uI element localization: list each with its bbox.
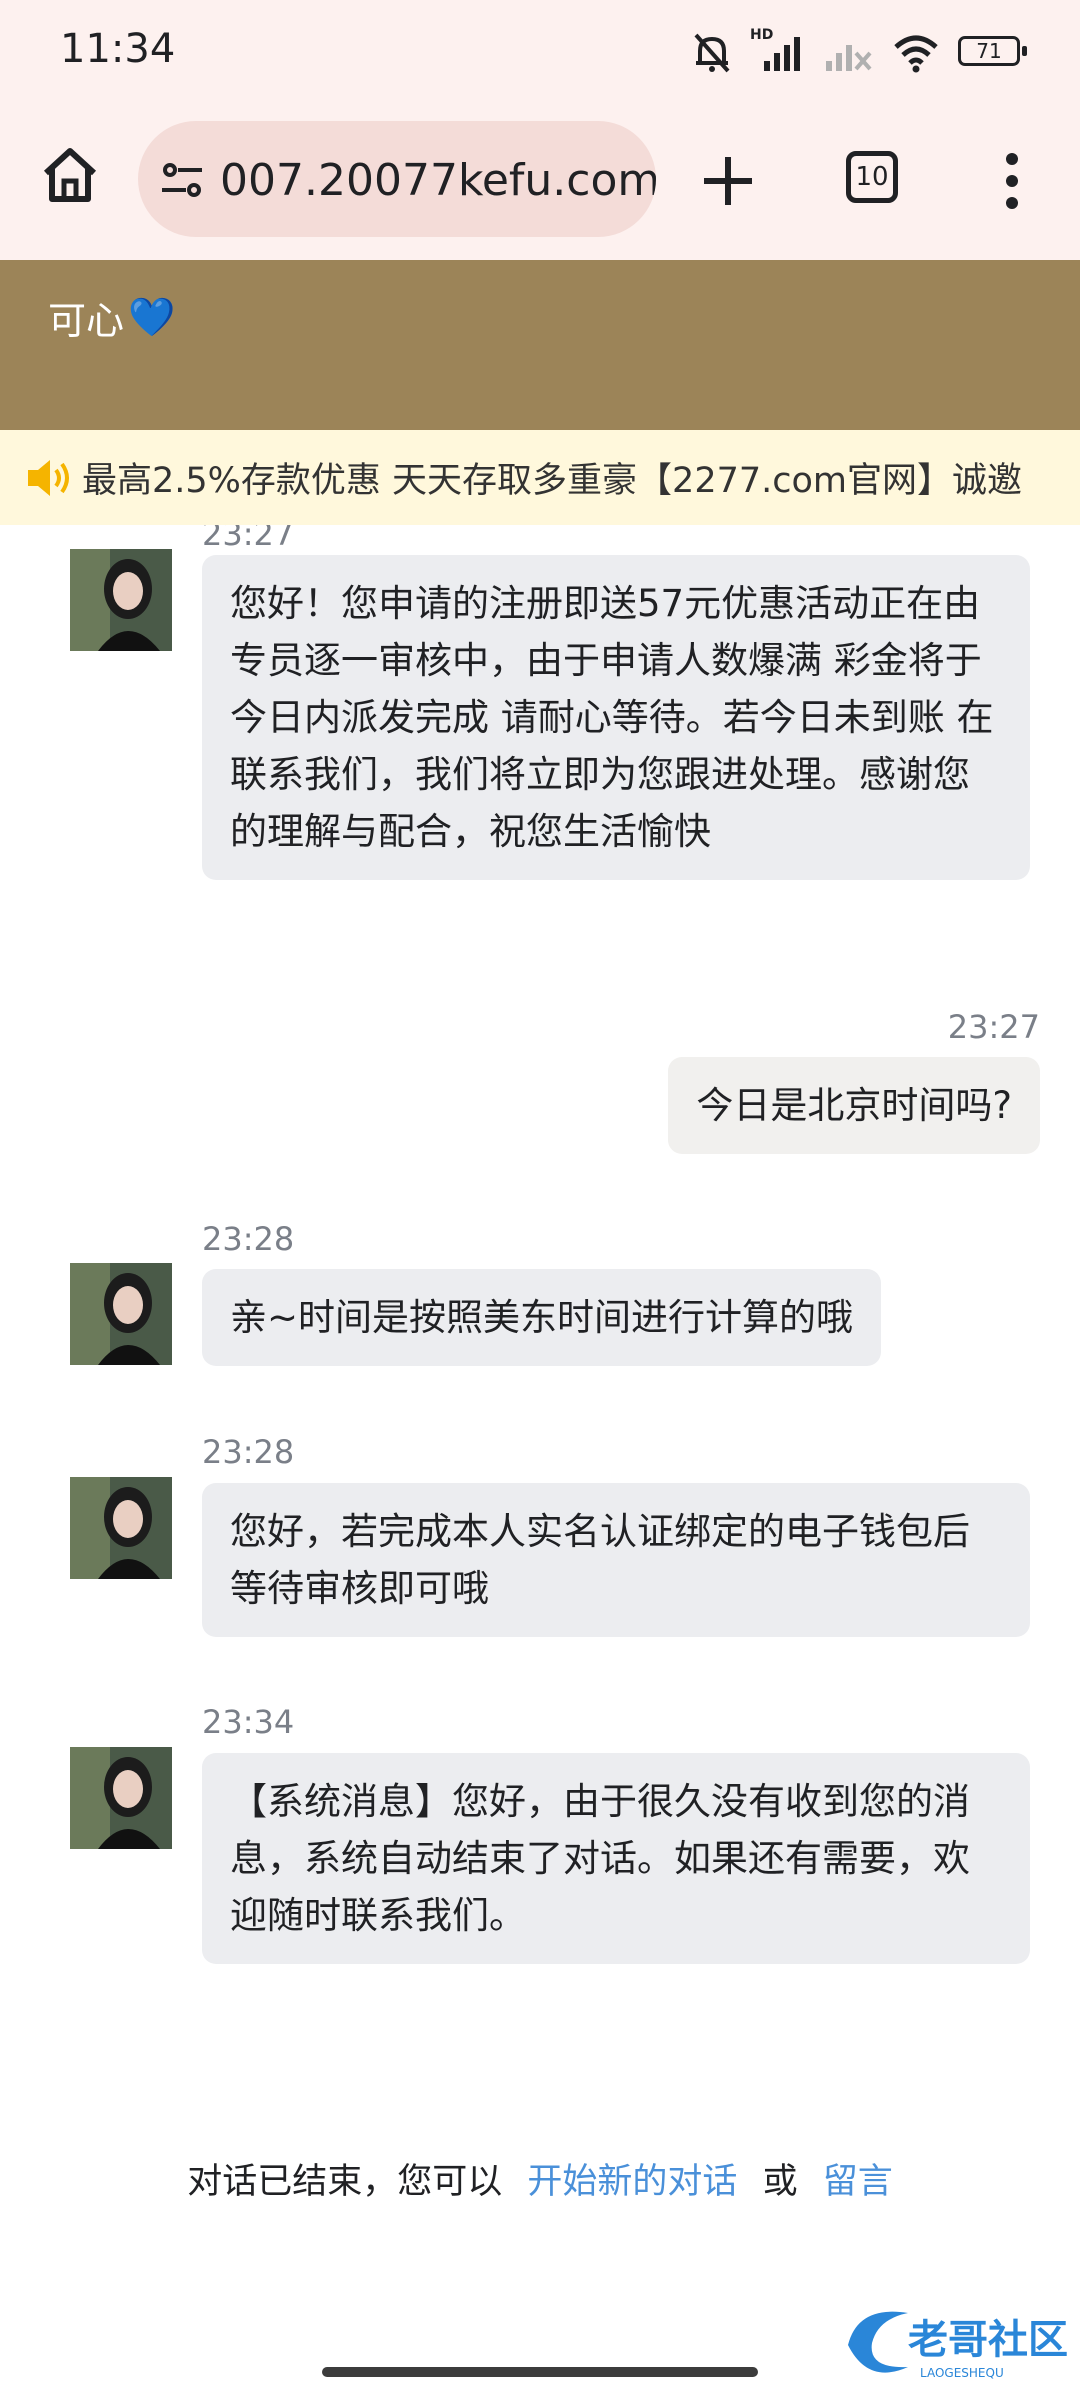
message-timestamp: 23:34 — [202, 1703, 295, 1741]
leave-message-link[interactable]: 留言 — [823, 2162, 893, 2202]
status-time: 11:34 — [60, 26, 176, 72]
tab-switcher-button[interactable]: 10 — [846, 151, 898, 203]
message-bubble: 亲~时间是按照美东时间进行计算的哦 — [202, 1269, 882, 1366]
url-text[interactable]: 007.20077kefu.com — [220, 155, 656, 206]
home-icon[interactable] — [38, 143, 102, 207]
message-timestamp: 23:27 — [202, 525, 295, 553]
url-bar[interactable]: 007.20077kefu.com — [138, 121, 656, 237]
mute-bell-icon — [694, 33, 730, 73]
message-bubble: 您好，若完成本人实名认证绑定的电子钱包后等待审核即可哦 — [202, 1483, 1030, 1637]
start-new-chat-link[interactable]: 开始新的对话 — [527, 2162, 737, 2202]
status-bar: 11:34 HD 71 — [0, 0, 1080, 105]
announcement-text: 最高2.5%存款优惠 天天存取多重豪【2277.com官网】诚邀 — [82, 461, 1022, 501]
home-indicator-bar[interactable] — [322, 2367, 758, 2377]
agent-avatar — [70, 1263, 172, 1365]
signal-off-icon — [826, 45, 872, 71]
ended-text: 对话已结束，您可以 — [187, 2162, 503, 2202]
wifi-icon — [894, 35, 938, 73]
more-options-icon[interactable] — [992, 149, 1032, 213]
status-icons: HD 71 — [692, 27, 1030, 78]
message-timestamp: 23:28 — [202, 1220, 295, 1258]
agent-avatar — [70, 1477, 172, 1579]
message-timestamp: 23:27 — [947, 1008, 1040, 1046]
browser-toolbar: 007.20077kefu.com 10 — [0, 105, 1080, 260]
watermark-brand: 老哥社区 — [908, 2317, 1068, 2363]
chat-messages: 23:27 您好！您申请的注册即送57元优惠活动正在由专员逐一审核中，由于申请人… — [0, 525, 1080, 2400]
announcement-marquee: 最高2.5%存款优惠 天天存取多重豪【2277.com官网】诚邀 — [0, 430, 1080, 525]
speaker-icon — [28, 460, 69, 496]
agent-name-text: 可心 — [48, 299, 125, 343]
new-tab-icon[interactable] — [700, 153, 756, 209]
blue-heart-icon: 💙 — [128, 295, 176, 339]
chat-header: 可心 💙 — [0, 260, 1080, 430]
message-timestamp: 23:28 — [202, 1433, 295, 1471]
site-settings-icon[interactable] — [158, 156, 206, 204]
signal-hd-icon: HD — [750, 27, 806, 75]
message-bubble-user: 今日是北京时间吗? — [668, 1057, 1040, 1154]
message-bubble: 【系统消息】您好，由于很久没有收到您的消息，系统自动结束了对话。如果还有需要，欢… — [202, 1753, 1030, 1964]
message-bubble: 您好！您申请的注册即送57元优惠活动正在由专员逐一审核中，由于申请人数爆满 彩金… — [202, 555, 1030, 880]
agent-avatar — [70, 549, 172, 651]
battery-level: 71 — [976, 39, 1002, 63]
agent-name: 可心 💙 — [48, 290, 175, 345]
or-text: 或 — [762, 2162, 798, 2202]
watermark-logo: 老哥社区 LAOGESHEQU — [838, 2295, 1068, 2385]
battery-icon: 71 — [958, 36, 1030, 70]
conversation-ended-line: 对话已结束，您可以 开始新的对话 或 留言 — [0, 2153, 1080, 2204]
agent-avatar — [70, 1747, 172, 1849]
watermark-sub: LAOGESHEQU — [920, 2366, 1004, 2380]
